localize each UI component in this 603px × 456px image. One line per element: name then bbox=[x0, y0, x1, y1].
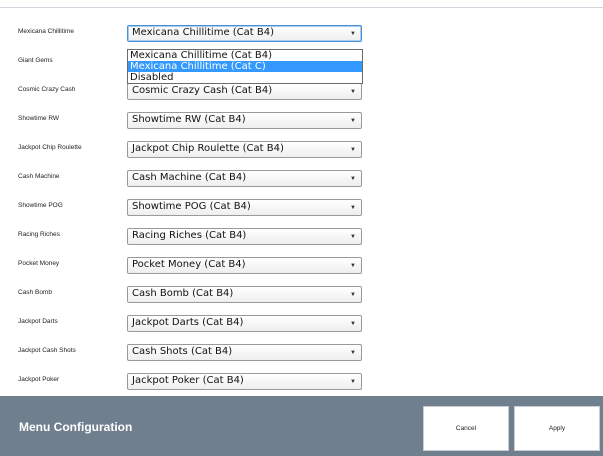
setting-label: Pocket Money bbox=[18, 260, 60, 267]
game-select-pocket-money[interactable]: Pocket Money (Cat B4) ▼ bbox=[127, 257, 362, 274]
chevron-down-icon: ▼ bbox=[350, 205, 356, 211]
game-select-jackpot-poker[interactable]: Jackpot Poker (Cat B4) ▼ bbox=[127, 373, 362, 390]
setting-row-cosmic-crazy-cash: Cosmic Crazy Cash Cosmic Crazy Cash (Cat… bbox=[0, 83, 603, 101]
dropdown-list: Mexicana Chillitime (Cat B4) Mexicana Ch… bbox=[127, 49, 363, 84]
game-select-cosmic-crazy-cash[interactable]: Cosmic Crazy Cash (Cat B4) ▼ bbox=[127, 83, 362, 100]
setting-label: Racing Riches bbox=[18, 231, 60, 238]
select-value: Jackpot Poker (Cat B4) bbox=[132, 375, 244, 386]
page-title: Menu Configuration bbox=[19, 420, 133, 434]
setting-label: Showtime RW bbox=[18, 115, 60, 122]
select-value: Showtime RW (Cat B4) bbox=[132, 114, 246, 125]
setting-label: Mexicana Chillitime bbox=[18, 28, 74, 35]
chevron-down-icon: ▼ bbox=[350, 321, 356, 327]
select-value: Racing Riches (Cat B4) bbox=[132, 230, 247, 241]
setting-label: Cash Bomb bbox=[18, 289, 52, 296]
game-select-jackpot-chip-roulette[interactable]: Jackpot Chip Roulette (Cat B4) ▼ bbox=[127, 141, 362, 158]
dropdown-option[interactable]: Disabled bbox=[128, 72, 362, 83]
select-value: Jackpot Darts (Cat B4) bbox=[132, 317, 244, 328]
game-select-jackpot-cash-shots[interactable]: Cash Shots (Cat B4) ▼ bbox=[127, 344, 362, 361]
setting-label: Jackpot Cash Shots bbox=[18, 347, 76, 354]
settings-list: Mexicana Chillitime Mexicana Chillitime … bbox=[0, 8, 603, 396]
setting-row-cash-bomb: Cash Bomb Cash Bomb (Cat B4) ▼ bbox=[0, 286, 603, 304]
select-value: Jackpot Chip Roulette (Cat B4) bbox=[132, 143, 284, 154]
setting-label: Jackpot Poker bbox=[18, 376, 60, 383]
chevron-down-icon: ▼ bbox=[350, 89, 356, 95]
game-select-cash-machine[interactable]: Cash Machine (Cat B4) ▼ bbox=[127, 170, 362, 187]
chevron-down-icon: ▼ bbox=[350, 176, 356, 182]
game-select-showtime-pog[interactable]: Showtime POG (Cat B4) ▼ bbox=[127, 199, 362, 216]
chevron-down-icon: ▼ bbox=[350, 263, 356, 269]
setting-label: Showtime POG bbox=[18, 202, 63, 209]
apply-button[interactable]: Apply bbox=[514, 406, 600, 451]
chevron-down-icon: ▼ bbox=[350, 31, 356, 37]
setting-row-cash-machine: Cash Machine Cash Machine (Cat B4) ▼ bbox=[0, 170, 603, 188]
chevron-down-icon: ▼ bbox=[350, 292, 356, 298]
setting-row-jackpot-cash-shots: Jackpot Cash Shots Cash Shots (Cat B4) ▼ bbox=[0, 344, 603, 362]
select-value: Pocket Money (Cat B4) bbox=[132, 259, 246, 270]
setting-row-showtime-rw: Showtime RW Showtime RW (Cat B4) ▼ bbox=[0, 112, 603, 130]
setting-row-jackpot-chip-roulette: Jackpot Chip Roulette Jackpot Chip Roule… bbox=[0, 141, 603, 159]
game-select-showtime-rw[interactable]: Showtime RW (Cat B4) ▼ bbox=[127, 112, 362, 129]
chevron-down-icon: ▼ bbox=[350, 350, 356, 356]
select-value: Cash Shots (Cat B4) bbox=[132, 346, 233, 357]
select-value: Showtime POG (Cat B4) bbox=[132, 201, 251, 212]
select-value: Cosmic Crazy Cash (Cat B4) bbox=[132, 85, 273, 96]
setting-label: Giant Gems bbox=[18, 57, 53, 64]
game-select-jackpot-darts[interactable]: Jackpot Darts (Cat B4) ▼ bbox=[127, 315, 362, 332]
setting-row-jackpot-darts: Jackpot Darts Jackpot Darts (Cat B4) ▼ bbox=[0, 315, 603, 333]
select-value: Cash Machine (Cat B4) bbox=[132, 172, 247, 183]
setting-row-racing-riches: Racing Riches Racing Riches (Cat B4) ▼ bbox=[0, 228, 603, 246]
chevron-down-icon: ▼ bbox=[350, 118, 356, 124]
dropdown-option-highlighted[interactable]: Mexicana Chillitime (Cat C) bbox=[128, 61, 362, 72]
select-value: Mexicana Chillitime (Cat B4) bbox=[132, 27, 275, 38]
footer-bar: Menu Configuration Cancel Apply bbox=[0, 396, 603, 456]
game-select-mexicana-chillitime[interactable]: Mexicana Chillitime (Cat B4) ▼ bbox=[127, 25, 362, 42]
setting-row-pocket-money: Pocket Money Pocket Money (Cat B4) ▼ bbox=[0, 257, 603, 275]
setting-row-mexicana-chillitime: Mexicana Chillitime Mexicana Chillitime … bbox=[0, 25, 603, 43]
game-select-cash-bomb[interactable]: Cash Bomb (Cat B4) ▼ bbox=[127, 286, 362, 303]
setting-row-showtime-pog: Showtime POG Showtime POG (Cat B4) ▼ bbox=[0, 199, 603, 217]
chevron-down-icon: ▼ bbox=[350, 234, 356, 240]
chevron-down-icon: ▼ bbox=[350, 147, 356, 153]
dropdown-option[interactable]: Mexicana Chillitime (Cat B4) bbox=[128, 50, 362, 61]
cancel-button[interactable]: Cancel bbox=[423, 406, 509, 451]
setting-label: Jackpot Darts bbox=[18, 318, 58, 325]
chevron-down-icon: ▼ bbox=[350, 379, 356, 385]
select-value: Cash Bomb (Cat B4) bbox=[132, 288, 234, 299]
setting-label: Cash Machine bbox=[18, 173, 60, 180]
setting-label: Cosmic Crazy Cash bbox=[18, 86, 76, 93]
setting-label: Jackpot Chip Roulette bbox=[18, 144, 82, 151]
game-select-racing-riches[interactable]: Racing Riches (Cat B4) ▼ bbox=[127, 228, 362, 245]
setting-row-jackpot-poker: Jackpot Poker Jackpot Poker (Cat B4) ▼ bbox=[0, 373, 603, 391]
